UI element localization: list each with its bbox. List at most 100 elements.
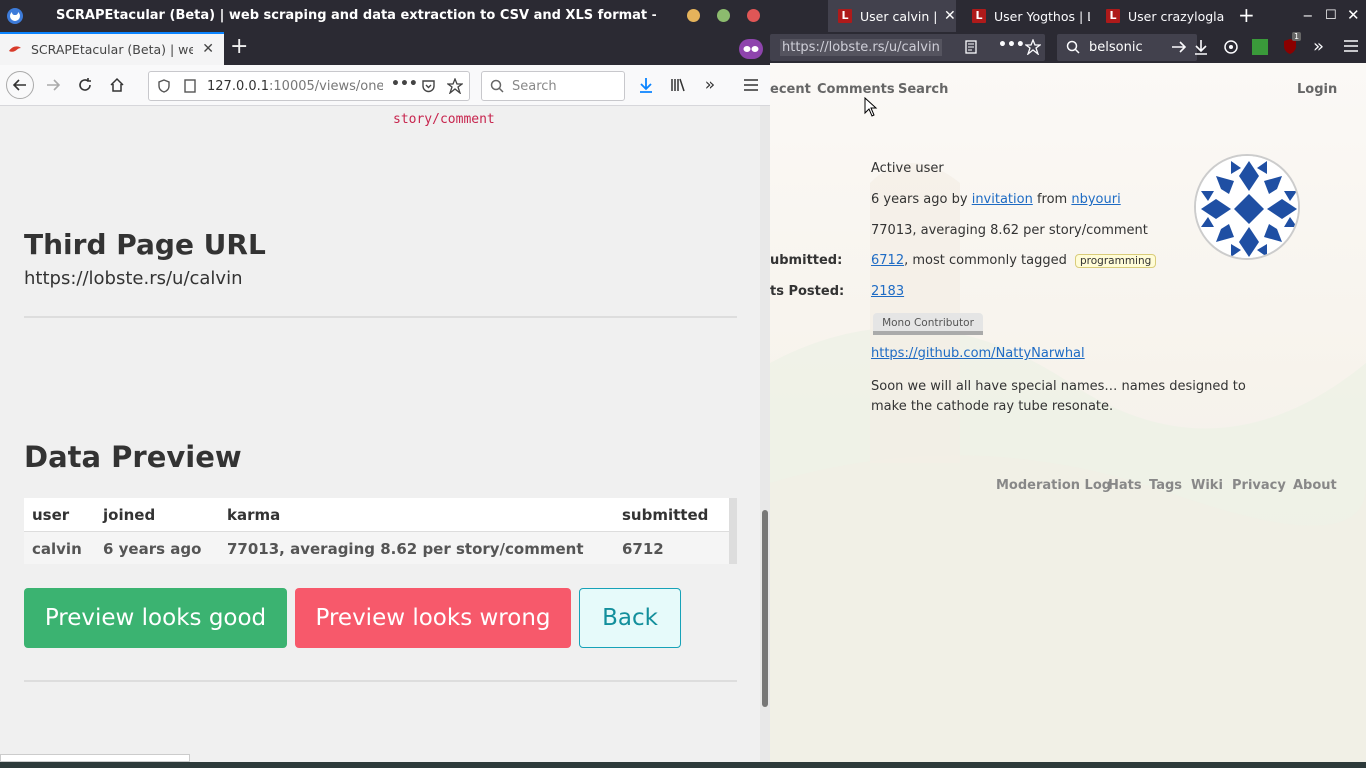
window-title: SCRAPEtacular (Beta) | web scraping and … bbox=[56, 8, 656, 23]
reader-view-icon[interactable] bbox=[964, 40, 978, 54]
invitation-link[interactable]: invitation bbox=[972, 192, 1033, 207]
reload-icon[interactable] bbox=[73, 73, 97, 97]
extension-icon[interactable] bbox=[1223, 39, 1239, 55]
mouse-cursor-icon bbox=[864, 97, 878, 117]
navigation-toolbar: https://lobste.rs/u/calvin ••• belsonic bbox=[770, 32, 1366, 63]
column-header-karma: karma bbox=[227, 506, 281, 524]
close-window-button[interactable] bbox=[747, 9, 760, 22]
badge-count: 1 bbox=[1292, 32, 1302, 41]
user-avatar bbox=[1194, 154, 1300, 260]
overflow-chevron-icon[interactable]: » bbox=[698, 73, 722, 97]
preview-looks-wrong-button[interactable]: Preview looks wrong bbox=[295, 588, 571, 648]
maximize-button[interactable] bbox=[717, 9, 730, 22]
url-text: 127.0.0.1:10005/views/one_ro bbox=[207, 79, 383, 94]
bookmark-star-icon[interactable] bbox=[1025, 39, 1041, 55]
shield-icon[interactable] bbox=[157, 79, 171, 93]
red-bird-favicon-icon bbox=[8, 43, 22, 57]
firefox-window-scrapetacular: SCRAPEtacular (Beta) | web scraping and … bbox=[0, 0, 770, 768]
search-go-arrow-icon[interactable] bbox=[1171, 39, 1187, 55]
green-extension-icon[interactable] bbox=[1252, 39, 1268, 55]
footer-tags-link[interactable]: Tags bbox=[1149, 478, 1182, 493]
ublock-icon[interactable]: 1 bbox=[1282, 32, 1302, 55]
search-value: belsonic bbox=[1089, 40, 1143, 55]
divider bbox=[24, 316, 737, 318]
private-browsing-icon bbox=[739, 39, 763, 59]
user-bio: Soon we will all have special names… nam… bbox=[871, 379, 1246, 414]
user-status: Active user bbox=[871, 161, 944, 176]
minimize-button[interactable] bbox=[687, 9, 700, 22]
page-actions-icon[interactable]: ••• bbox=[391, 76, 418, 92]
tab-close-icon[interactable]: ✕ bbox=[202, 41, 214, 57]
lobsters-favicon-icon: L bbox=[1106, 9, 1120, 23]
column-header-submitted: submitted bbox=[622, 506, 709, 524]
nav-recent-link[interactable]: ecent bbox=[770, 82, 811, 97]
tab-user-yogthos[interactable]: L User Yogthos | L bbox=[964, 0, 1092, 32]
tab-strip: SCRAPEtacular (Beta) | web scraping ✕ + bbox=[0, 32, 770, 65]
firefox-window-lobsters: L User calvin | L ✕ L User Yogthos | L L… bbox=[770, 0, 1366, 768]
pocket-icon[interactable] bbox=[421, 79, 436, 94]
scrollbar-thumb[interactable] bbox=[762, 510, 768, 707]
downloads-icon[interactable] bbox=[634, 73, 658, 97]
nav-comments-link[interactable]: Comments bbox=[817, 82, 895, 97]
tab-user-calvin[interactable]: L User calvin | L ✕ bbox=[828, 0, 956, 32]
third-page-url: https://lobste.rs/u/calvin bbox=[24, 268, 243, 289]
tab-scrapetacular[interactable]: SCRAPEtacular (Beta) | web scraping ✕ bbox=[0, 32, 224, 65]
github-link[interactable]: https://github.com/NattyNarwhal bbox=[871, 346, 1085, 361]
search-icon bbox=[1066, 40, 1080, 54]
footer-hats-link[interactable]: Hats bbox=[1108, 478, 1142, 493]
bookmark-star-icon[interactable] bbox=[447, 78, 463, 94]
hamburger-menu-icon[interactable] bbox=[1343, 39, 1359, 53]
downloads-icon[interactable] bbox=[1193, 39, 1209, 55]
url-bar[interactable]: 127.0.0.1:10005/views/one_ro ••• bbox=[148, 71, 470, 101]
tab-user-crazyloglad[interactable]: L User crazyloglad bbox=[1098, 0, 1226, 32]
new-tab-button[interactable]: + bbox=[1238, 3, 1255, 27]
comments-posted-label: ts Posted: bbox=[770, 284, 845, 299]
close-window-button[interactable]: ✕ bbox=[1347, 6, 1360, 24]
maximize-button[interactable]: ☐ bbox=[1325, 8, 1337, 23]
url-text-selected: https://lobste.rs/u/calvin bbox=[780, 39, 942, 56]
search-field[interactable]: belsonic bbox=[1057, 34, 1197, 61]
submitted-info: 6712, most commonly tagged programming bbox=[871, 253, 1157, 268]
lobsters-favicon-icon: L bbox=[972, 9, 986, 23]
tab-title: User crazyloglad bbox=[1128, 8, 1224, 24]
forward-arrow-icon[interactable] bbox=[41, 73, 65, 97]
page-content: story/comment Third Page URL https://lob… bbox=[0, 106, 760, 762]
third-page-heading: Third Page URL bbox=[24, 228, 266, 261]
footer-moderation-log-link[interactable]: Moderation Log bbox=[996, 478, 1111, 493]
url-bar[interactable]: https://lobste.rs/u/calvin ••• bbox=[770, 34, 1045, 61]
overflow-chevron-icon[interactable]: » bbox=[1313, 36, 1324, 57]
footer-wiki-link[interactable]: Wiki bbox=[1191, 478, 1223, 493]
programming-tag[interactable]: programming bbox=[1075, 254, 1157, 268]
nav-search-link[interactable]: Search bbox=[898, 82, 948, 97]
login-link[interactable]: Login bbox=[1297, 82, 1337, 97]
page-actions-icon[interactable]: ••• bbox=[998, 37, 1025, 53]
comments-count-link[interactable]: 2183 bbox=[871, 284, 904, 299]
back-button[interactable]: Back bbox=[579, 588, 681, 648]
submitted-count-link[interactable]: 6712 bbox=[871, 253, 904, 268]
back-arrow-icon[interactable] bbox=[6, 71, 34, 99]
minimize-button[interactable]: ‒ bbox=[1303, 6, 1313, 24]
preview-table: user joined karma submitted calvin 6 yea… bbox=[24, 498, 737, 564]
navigation-toolbar: 127.0.0.1:10005/views/one_ro ••• Search … bbox=[0, 65, 770, 106]
top-snippet: story/comment bbox=[393, 112, 495, 127]
new-tab-button[interactable]: + bbox=[230, 36, 248, 58]
window-titlebar: SCRAPEtacular (Beta) | web scraping and … bbox=[0, 0, 770, 32]
tab-close-icon[interactable]: ✕ bbox=[944, 8, 956, 24]
hamburger-menu-icon[interactable] bbox=[739, 73, 763, 97]
footer-privacy-link[interactable]: Privacy bbox=[1232, 478, 1286, 493]
lobsters-favicon-icon: L bbox=[838, 9, 852, 23]
library-icon[interactable] bbox=[666, 73, 690, 97]
home-icon[interactable] bbox=[105, 73, 129, 97]
inviter-link[interactable]: nbyouri bbox=[1071, 192, 1120, 207]
column-header-joined: joined bbox=[103, 506, 156, 524]
table-cell-user: calvin bbox=[32, 540, 82, 558]
search-field[interactable]: Search bbox=[481, 71, 625, 101]
data-preview-heading: Data Preview bbox=[24, 440, 242, 474]
lobsters-profile-page: ecent Comments Search Login Active user … bbox=[770, 63, 1366, 763]
page-info-icon[interactable] bbox=[183, 79, 197, 93]
preview-looks-good-button[interactable]: Preview looks good bbox=[24, 588, 287, 648]
status-strip bbox=[0, 754, 190, 762]
table-cell-submitted: 6712 bbox=[622, 540, 664, 558]
stories-submitted-label: ubmitted: bbox=[770, 253, 843, 268]
footer-about-link[interactable]: About bbox=[1293, 478, 1337, 493]
